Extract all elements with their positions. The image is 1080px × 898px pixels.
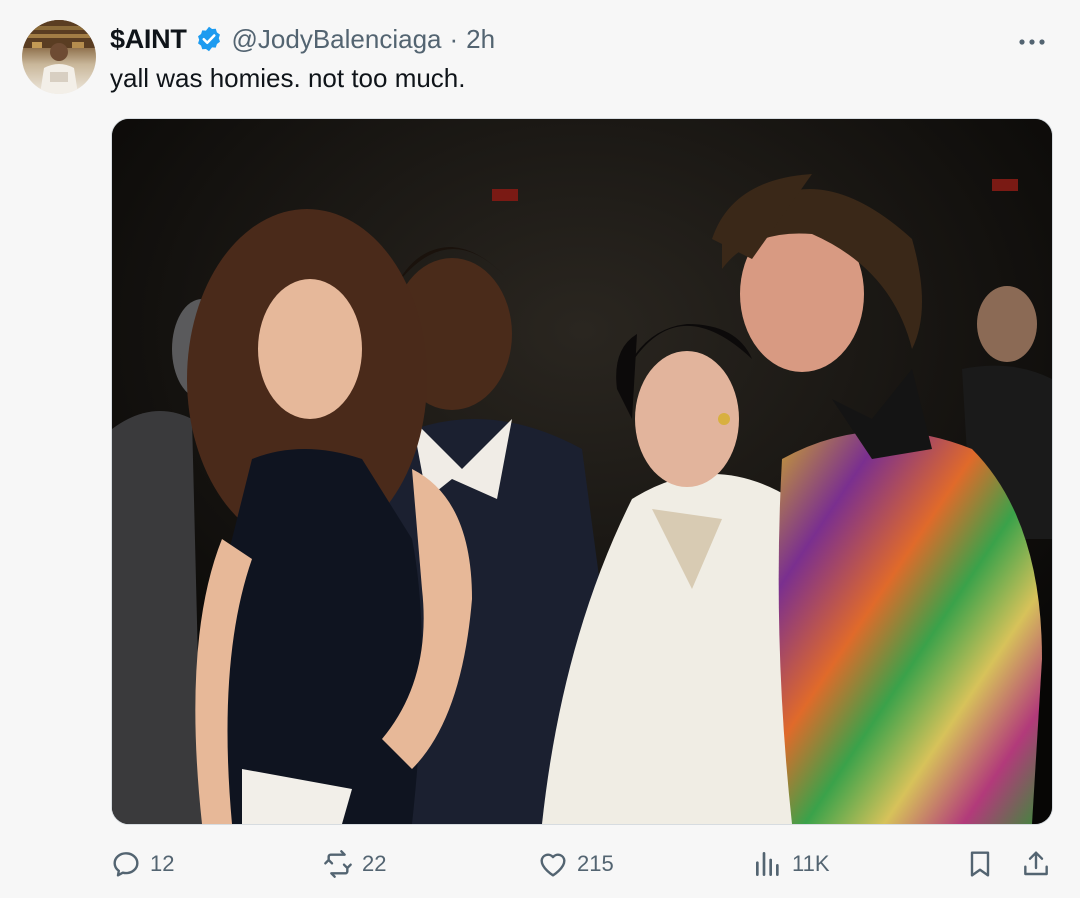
- verified-badge-icon: [195, 25, 223, 53]
- share-button[interactable]: [1020, 836, 1052, 892]
- action-bar: 12 22 215 11K: [0, 836, 1080, 892]
- like-count: 215: [577, 851, 614, 876]
- views-button[interactable]: 11K: [752, 836, 830, 892]
- like-button[interactable]: 215: [537, 836, 614, 892]
- reply-icon: [113, 852, 139, 877]
- retweet-count: 22: [362, 851, 387, 876]
- timestamp[interactable]: 2h: [466, 24, 495, 55]
- reply-count: 12: [150, 851, 175, 876]
- bookmark-icon: [970, 851, 990, 877]
- tweet-text: yall was homies. not too much.: [110, 63, 466, 93]
- bookmark-button[interactable]: [964, 836, 996, 892]
- more-horizontal-icon[interactable]: [1018, 22, 1046, 53]
- tweet-photo[interactable]: [111, 118, 1053, 825]
- heart-icon: [540, 853, 566, 877]
- author-handle[interactable]: @JodyBalenciaga: [232, 24, 442, 55]
- tweet[interactable]: $AINT @JodyBalenciaga · 2h yall was homi…: [0, 0, 1080, 898]
- separator-dot: ·: [449, 23, 459, 54]
- author-display-name[interactable]: $AINT: [110, 24, 187, 55]
- retweet-icon: [324, 850, 352, 878]
- share-icon: [1024, 851, 1048, 876]
- views-icon: [756, 852, 779, 876]
- reply-button[interactable]: 12: [110, 836, 174, 892]
- author-avatar[interactable]: [22, 20, 96, 94]
- retweet-button[interactable]: 22: [322, 836, 386, 892]
- views-count: 11K: [792, 851, 830, 876]
- tweet-header: $AINT @JodyBalenciaga · 2h: [110, 22, 495, 56]
